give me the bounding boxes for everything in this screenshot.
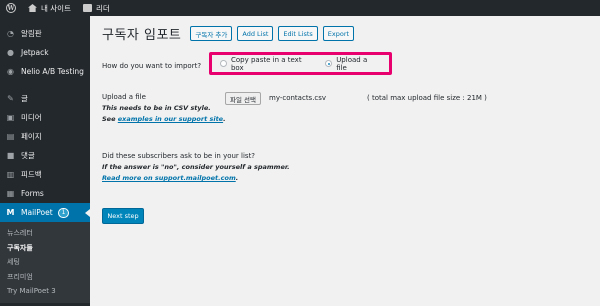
update-count-badge: 1 <box>57 207 70 218</box>
csv-hint: This needs to be in CSV style. <box>102 104 211 112</box>
sidebar-item-nelio[interactable]: ◉ Nelio A/B Testing <box>0 62 90 81</box>
main-content: 구독자 임포트 구독자 추가 Add List Edit Lists Expor… <box>90 16 600 306</box>
sidebar-item-label: 알림판 <box>21 29 42 38</box>
add-list-button[interactable]: Add List <box>237 26 274 41</box>
mailpoet-icon: M <box>6 208 15 217</box>
admin-bar: W 내 사이트 리더 <box>0 0 600 16</box>
import-method-highlight: Copy paste in a text box Upload a file <box>209 52 392 75</box>
choose-file-button[interactable]: 파일 선택 <box>225 92 261 105</box>
export-button[interactable]: Export <box>322 26 355 41</box>
upload-file-radio[interactable] <box>325 60 333 67</box>
sidebar-item-label: Jetpack <box>21 48 49 57</box>
my-site-link[interactable]: 내 사이트 <box>22 0 77 16</box>
submenu-try-mailpoet-3[interactable]: Try MailPoet 3 <box>0 284 90 299</box>
title-row: 구독자 임포트 구독자 추가 Add List Edit Lists Expor… <box>102 24 359 43</box>
submenu-newsletters[interactable]: 뉴스레터 <box>0 226 90 241</box>
reader-icon <box>82 4 92 12</box>
wordpress-logo-icon: W <box>6 3 16 13</box>
jetpack-icon: ● <box>7 48 14 57</box>
sidebar-item-posts[interactable]: ✎ 글 <box>0 89 90 108</box>
comment-icon: ■ <box>6 151 15 160</box>
sidebar-item-feedback[interactable]: ▥ 피드백 <box>0 165 90 184</box>
reader-label: 리더 <box>95 3 110 13</box>
upload-file-label: Upload a file <box>336 55 368 72</box>
see-text: See <box>102 115 116 123</box>
sidebar-item-label: 글 <box>21 94 28 103</box>
admin-sidebar: ◔ 알림판 ● Jetpack ◉ Nelio A/B Testing ✎ 글 … <box>0 16 90 306</box>
page-title: 구독자 임포트 <box>102 28 182 43</box>
my-site-label: 내 사이트 <box>41 3 71 13</box>
sidebar-item-jetpack[interactable]: ● Jetpack <box>0 43 90 62</box>
submenu-subscribers[interactable]: 구독자들 <box>0 241 90 256</box>
submenu-settings[interactable]: 세팅 <box>0 255 90 270</box>
sidebar-item-label: Nelio A/B Testing <box>21 67 84 76</box>
sidebar-item-pages[interactable]: ▤ 페이지 <box>0 127 90 146</box>
sidebar-item-label: 미디어 <box>21 113 42 122</box>
sidebar-item-label: Forms <box>21 189 44 198</box>
mailpoet-submenu: 뉴스레터 구독자들 세팅 프리미엄 Try MailPoet 3 <box>0 222 90 303</box>
submenu-premium[interactable]: 프리미엄 <box>0 270 90 285</box>
sidebar-item-label: MailPoet <box>21 208 53 217</box>
pin-icon: ✎ <box>7 94 14 103</box>
sidebar-item-label: 피드백 <box>21 170 42 179</box>
read-more-hint: Read more on support.mailpoet.com. <box>102 174 239 182</box>
next-step-button[interactable]: Next step <box>102 208 144 224</box>
reader-link[interactable]: 리더 <box>77 0 116 16</box>
support-examples-link[interactable]: examples in our support site <box>118 115 223 123</box>
subscribers-consent-question: Did these subscribers ask to be in your … <box>102 152 256 160</box>
sidebar-item-mailpoet[interactable]: M MailPoet 1 <box>0 203 90 222</box>
upload-file-option[interactable]: Upload a file <box>325 56 380 72</box>
sidebar-item-label: 페이지 <box>21 132 42 141</box>
home-icon <box>28 4 37 12</box>
spammer-hint: If the answer is "no", consider yourself… <box>102 163 290 171</box>
add-subscriber-button[interactable]: 구독자 추가 <box>190 26 233 41</box>
sidebar-item-label: 댓글 <box>21 151 35 160</box>
copy-paste-label: Copy paste in a text box <box>230 55 302 72</box>
page-icon: ▤ <box>6 132 15 141</box>
read-more-link[interactable]: Read more on support.mailpoet.com <box>102 174 236 182</box>
wordpress-menu[interactable]: W <box>0 0 22 16</box>
sidebar-item-comments[interactable]: ■ 댓글 <box>0 146 90 165</box>
import-method-label: How do you want to import? <box>102 62 202 70</box>
media-icon: ▣ <box>6 113 15 122</box>
upload-file-heading: Upload a file <box>102 93 146 101</box>
nelio-icon: ◉ <box>7 67 14 76</box>
selected-file-name: my-contacts.csv <box>269 94 327 102</box>
copy-paste-radio[interactable] <box>220 60 227 67</box>
sidebar-item-dashboard[interactable]: ◔ 알림판 <box>0 24 90 43</box>
copy-paste-option[interactable]: Copy paste in a text box <box>220 56 316 72</box>
sidebar-item-media[interactable]: ▣ 미디어 <box>0 108 90 127</box>
support-hint: See examples in our support site. <box>102 115 226 123</box>
dashboard-icon: ◔ <box>7 29 14 38</box>
forms-icon: ▦ <box>6 189 15 198</box>
max-upload-size: ( total max upload file size : 21M ) <box>367 94 487 102</box>
feedback-icon: ▥ <box>6 170 15 179</box>
edit-lists-button[interactable]: Edit Lists <box>278 26 318 41</box>
sidebar-item-forms[interactable]: ▦ Forms <box>0 184 90 203</box>
